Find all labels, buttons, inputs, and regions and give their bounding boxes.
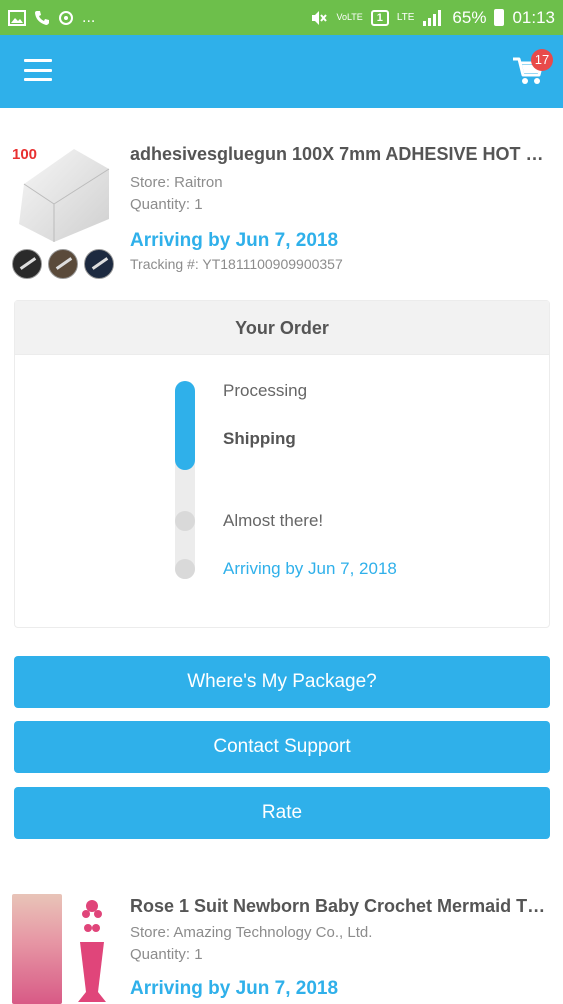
cart-badge: 17 <box>531 49 553 71</box>
sim-indicator: 1 <box>370 9 389 26</box>
avatar[interactable] <box>84 249 114 279</box>
status-left: ... <box>8 8 96 26</box>
cart-button[interactable]: 17 <box>511 49 553 87</box>
avatar[interactable] <box>48 249 78 279</box>
mute-icon <box>312 10 328 25</box>
thumbnail-label: 100 <box>12 146 38 163</box>
tracking-number: Tracking #: YT1811100909900357 <box>130 256 343 272</box>
social-avatars <box>12 249 114 279</box>
more-notifications: ... <box>82 8 96 26</box>
step-arriving: Arriving by Jun 7, 2018 <box>223 559 397 578</box>
quantity: Quantity: 1 <box>130 946 203 963</box>
product-thumbnail[interactable] <box>12 894 62 1004</box>
step-almost-there: Almost there! <box>223 511 324 530</box>
product-title[interactable]: adhesivesgluegun 100X 7mm ADHESIVE HOT … <box>130 144 550 168</box>
clock: 01:13 <box>512 7 555 27</box>
mermaid-outfit-image <box>78 900 106 1002</box>
card-heading: Your Order <box>15 301 549 355</box>
battery-percent: 65% <box>452 7 487 27</box>
contact-support-button[interactable]: Contact Support <box>14 721 550 773</box>
menu-icon[interactable] <box>24 59 52 81</box>
arrival-date: Arriving by Jun 7, 2018 <box>130 978 339 999</box>
phone-icon <box>35 10 49 25</box>
avatar[interactable] <box>12 249 42 279</box>
step-shipping: Shipping <box>223 429 296 448</box>
quantity: Quantity: 1 <box>130 196 203 213</box>
progress-fill <box>175 381 195 470</box>
wheres-my-package-button[interactable]: Where's My Package? <box>14 656 550 708</box>
product-title[interactable]: Rose 1 Suit Newborn Baby Crochet Mermaid… <box>130 896 550 920</box>
rate-button[interactable]: Rate <box>14 787 550 839</box>
app-bar: 17 <box>0 35 563 108</box>
sync-icon <box>59 10 73 25</box>
status-bar: ... VoLTE 1 LTE 65% 01:13 <box>0 0 563 35</box>
battery-icon <box>494 9 505 26</box>
step-processing: Processing <box>223 381 308 400</box>
gallery-icon <box>8 9 26 26</box>
volte-indicator: VoLTE <box>336 12 363 22</box>
order-status-card: Your Order Processing Shipping Almost th… <box>14 300 550 628</box>
step-dot-almost <box>175 511 195 531</box>
order-info: adhesivesgluegun 100X 7mm ADHESIVE HOT …… <box>130 144 550 272</box>
store-name: Store: Amazing Technology Co., Ltd. <box>130 924 373 941</box>
order-info: Rose 1 Suit Newborn Baby Crochet Mermaid… <box>130 896 550 1000</box>
signal-icon <box>423 9 442 26</box>
lte-indicator: LTE <box>396 11 415 23</box>
step-dot-arriving <box>175 559 195 579</box>
store-name: Store: Raitron <box>130 174 223 191</box>
status-right: VoLTE 1 LTE 65% 01:13 <box>310 8 555 28</box>
product-thumbnail[interactable]: 100 <box>12 140 118 246</box>
arrival-date: Arriving by Jun 7, 2018 <box>130 230 339 251</box>
